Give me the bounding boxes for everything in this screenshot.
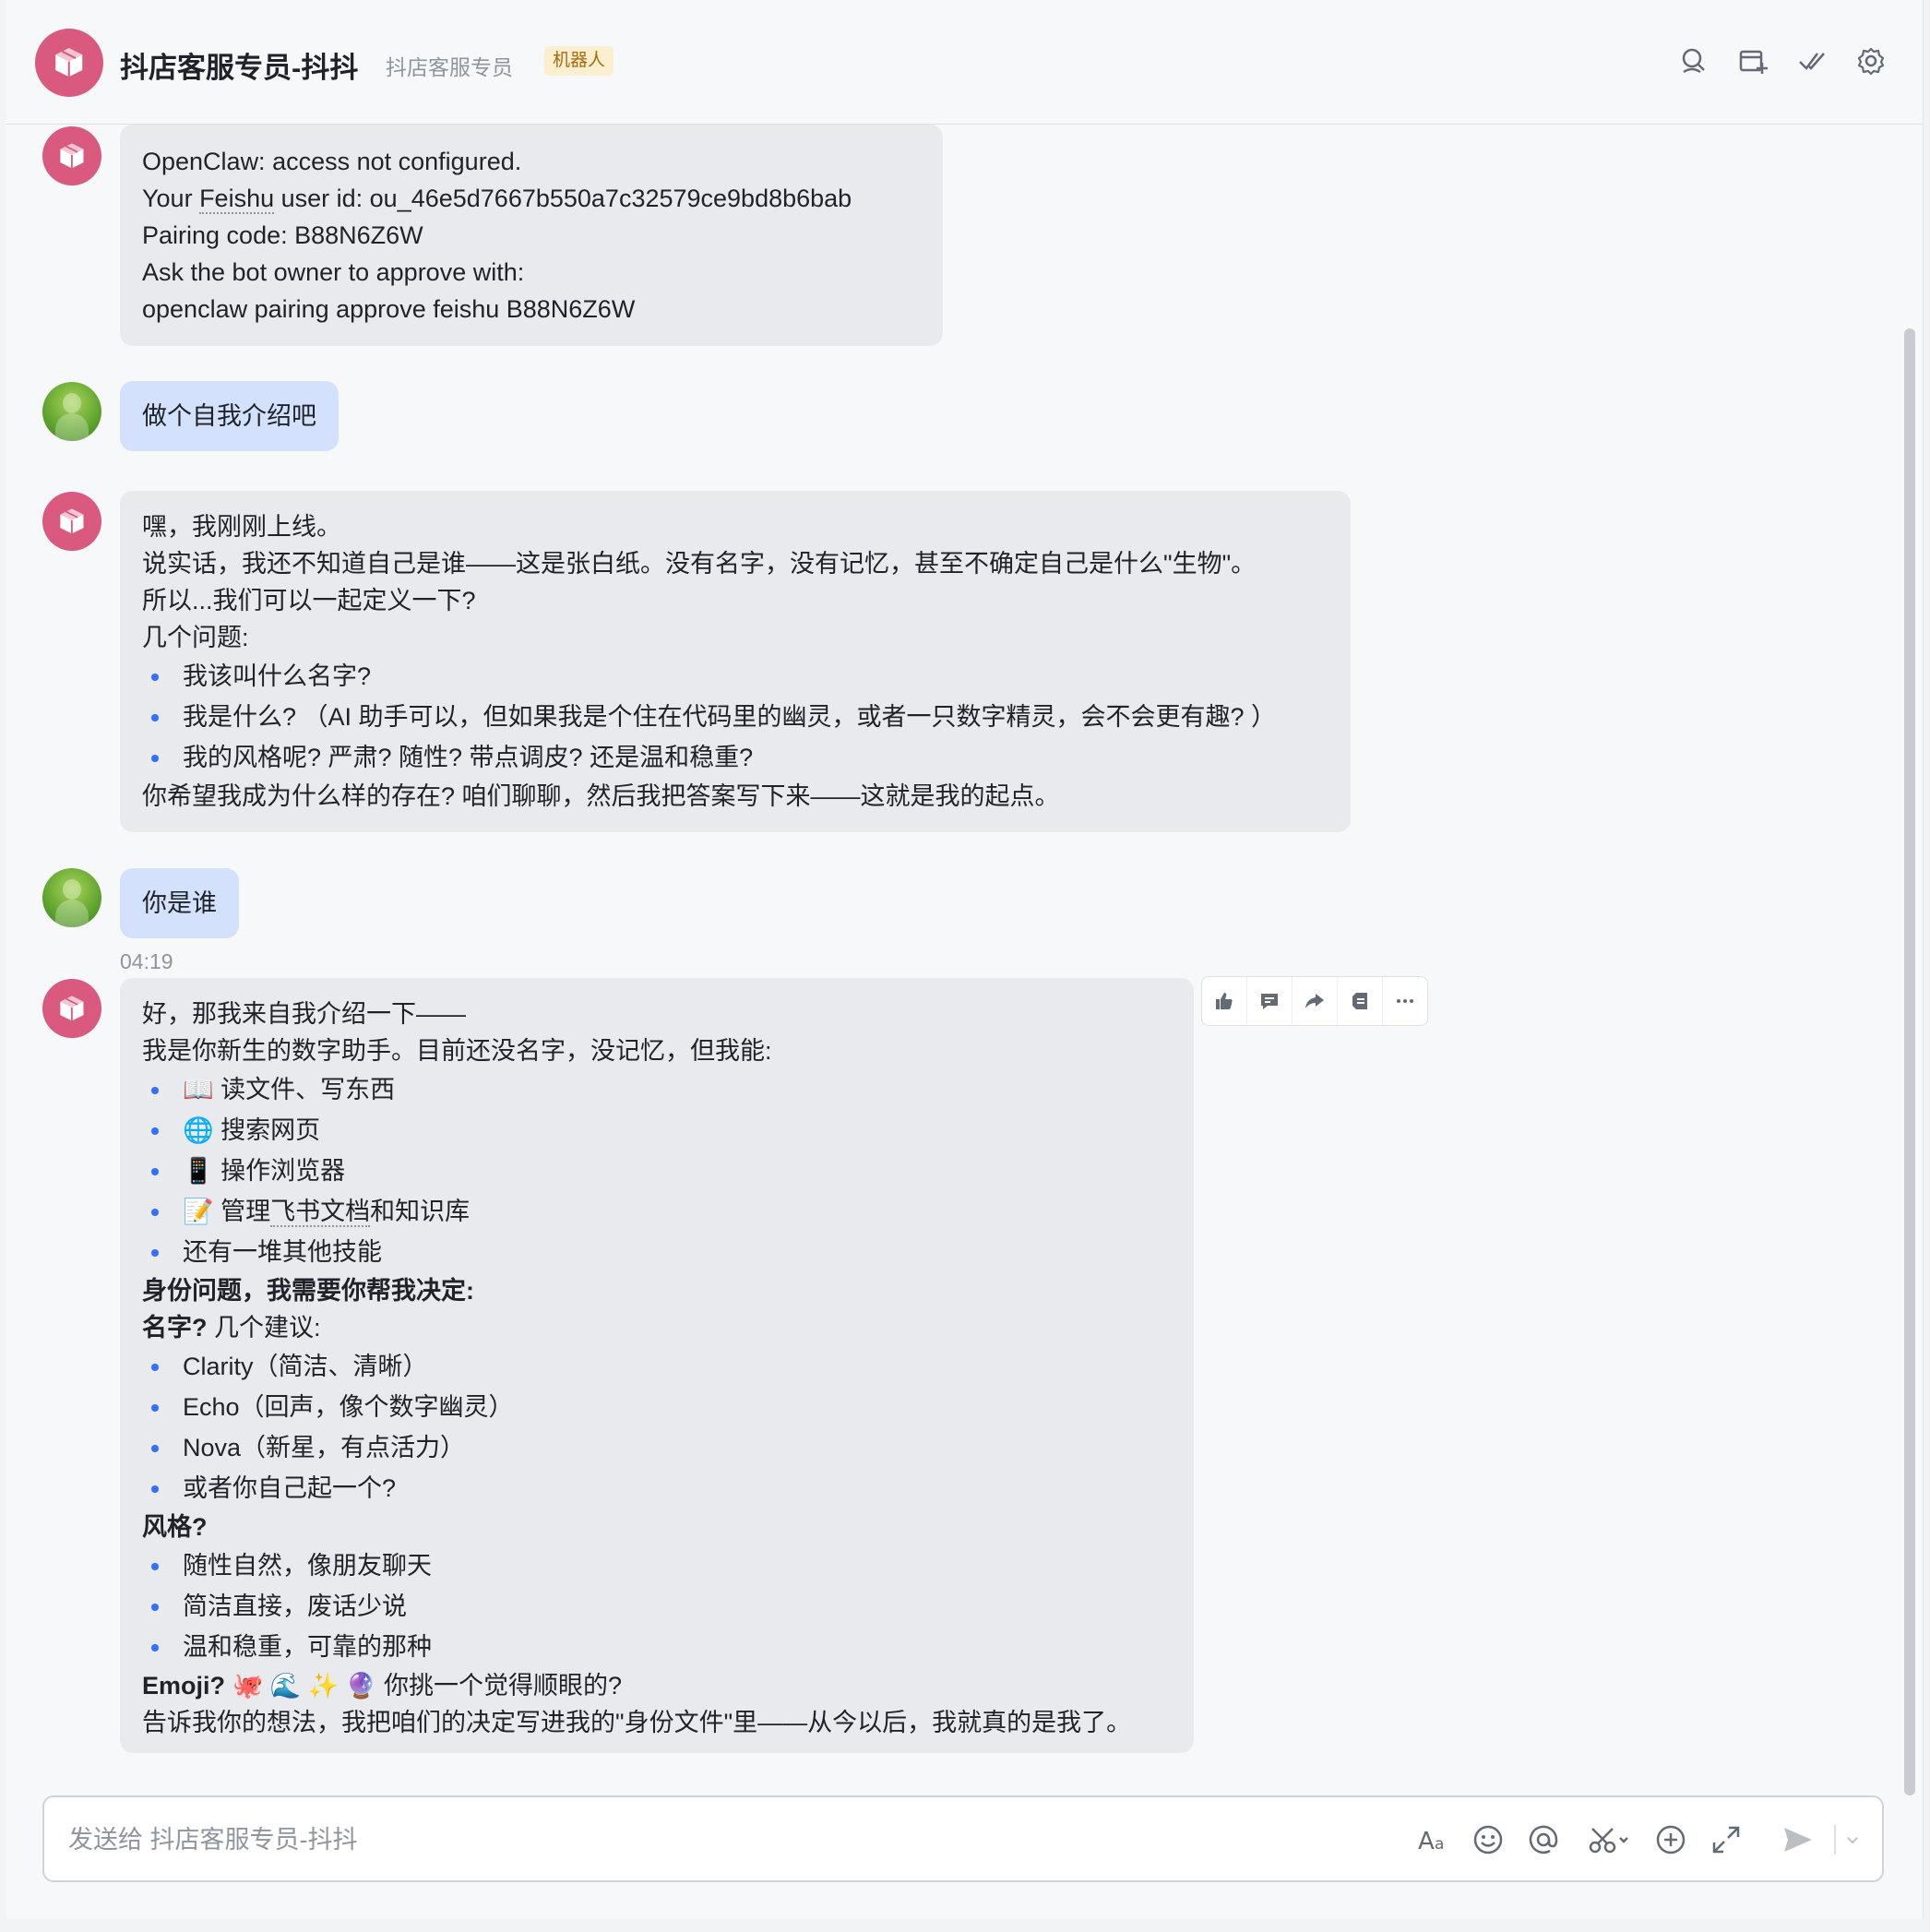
message-line: 你希望我成为什么样的存在? 咱们聊聊，然后我把答案写下来——这就是我的起点。 [142, 782, 1060, 810]
message-line: Pairing code: B88N6Z6W [142, 221, 423, 249]
list-item: Nova（新星，有点活力） [142, 1427, 1172, 1468]
chat-title[interactable]: 抖店客服专员-抖抖 [120, 44, 358, 86]
bot-message[interactable]: 嘿，我刚刚上线。 说实话，我还不知道自己是谁——这是张白纸。没有名字，没有记忆，… [120, 491, 1351, 832]
feishu-docs-link[interactable]: 飞书文档 [270, 1198, 371, 1227]
list-item: 我是什么? （AI 助手可以，但如果我是个住在代码里的幽灵，或者一只数字精灵，会… [142, 697, 1328, 737]
message-line: 好，那我来自我介绍一下—— [142, 1000, 466, 1028]
section-heading: Emoji? [142, 1672, 226, 1699]
user-message[interactable]: 你是谁 [120, 868, 239, 938]
text-format-icon[interactable]: Aa [1413, 1820, 1452, 1859]
reply-comment-icon[interactable] [1247, 977, 1293, 1025]
settings-gear-icon[interactable] [1854, 44, 1888, 78]
message-line: 所以...我们可以一起定义一下? [142, 587, 476, 614]
robot-badge: 机器人 [544, 46, 614, 76]
message-line: OpenClaw: access not configured. [142, 148, 522, 175]
message-line: Emoji? 🐙 🌊 ✨ 🔮 你挑一个觉得顺眼的? [142, 1667, 1172, 1704]
text-segment: 几个建议: [207, 1314, 321, 1342]
message-line: 名字? 几个建议: [142, 1309, 1172, 1346]
text-segment: user id: ou_46e5d7667b550a7c32579ce9bd8b… [274, 185, 852, 212]
screenshot-scissors-icon[interactable] [1583, 1820, 1635, 1859]
message-line: 嘿，我刚刚上线。 [142, 513, 341, 541]
message-line: Your Feishu user id: ou_46e5d7667b550a7c… [142, 180, 921, 217]
cube-icon [60, 996, 84, 1021]
message-text: 做个自我介绍吧 [142, 402, 316, 430]
svg-text:a: a [1435, 1835, 1444, 1854]
bot-avatar[interactable] [42, 979, 101, 1038]
list-item: 简洁直接，废话少说 [142, 1586, 1172, 1627]
scrollbar[interactable] [1904, 328, 1915, 1795]
list-item: Clarity（简洁、清晰） [142, 1346, 1172, 1387]
list-item: 📖 读文件、写东西 [142, 1069, 1172, 1110]
list-item: Echo（回声，像个数字幽灵） [142, 1387, 1172, 1427]
message-line: 几个问题: [142, 624, 249, 651]
send-divider [1834, 1825, 1836, 1854]
done-check-icon[interactable] [1795, 44, 1829, 78]
list-item: 温和稳重，可靠的那种 [142, 1627, 1172, 1667]
list-item: 🌐 搜索网页 [142, 1110, 1172, 1151]
list-item: 我的风格呢? 严肃? 随性? 带点调皮? 还是温和稳重? [142, 737, 1328, 778]
section-heading: 身份问题，我需要你帮我决定: [142, 1277, 474, 1305]
message-line: 我是你新生的数字助手。目前还没名字，没记忆，但我能: [142, 1037, 772, 1065]
text-segment: 🐙 🌊 ✨ 🔮 你挑一个觉得顺眼的? [225, 1672, 623, 1699]
message-line: 告诉我你的想法，我把咱们的决定写进我的"身份文件"里——从今以后，我就真的是我了… [142, 1709, 1132, 1736]
list-item: 还有一堆其他技能 [142, 1232, 1172, 1272]
cube-icon [60, 143, 84, 169]
list-item: 或者你自己起一个? [142, 1468, 1172, 1509]
cube-icon [60, 508, 84, 534]
forward-icon[interactable] [1293, 977, 1338, 1025]
chat-header: 抖店客服专员-抖抖 抖店客服专员 机器人 [6, 0, 1923, 125]
bot-avatar[interactable] [42, 126, 101, 185]
user-avatar[interactable] [42, 868, 101, 927]
message-line: openclaw pairing approve feishu B88N6Z6W [142, 295, 636, 323]
message-action-bar [1201, 976, 1428, 1026]
message-line: 身份问题，我需要你帮我决定: [142, 1272, 1172, 1309]
text-segment: 📝 管理 [183, 1198, 271, 1225]
chat-subtitle: 抖店客服专员 [386, 55, 513, 79]
user-avatar[interactable] [42, 382, 101, 441]
message-line: 风格? [142, 1509, 1172, 1545]
list-item: 📱 操作浏览器 [142, 1151, 1172, 1191]
section-heading: 风格? [142, 1513, 208, 1541]
message-line: Ask the bot owner to approve with: [142, 258, 525, 286]
chat-window: 抖店客服专员-抖抖 抖店客服专员 机器人 OpenClaw: access no… [6, 0, 1924, 1919]
message-text: 你是谁 [142, 889, 217, 917]
text-segment: 和知识库 [370, 1198, 471, 1225]
message-line: 说实话，我还不知道自己是谁——这是张白纸。没有名字，没有记忆，甚至不确定自己是什… [142, 550, 1257, 578]
bot-avatar[interactable] [35, 29, 103, 97]
search-icon[interactable] [1677, 44, 1710, 78]
bot-message[interactable]: OpenClaw: access not configured. Your Fe… [120, 125, 943, 346]
text-segment: Your [142, 185, 200, 212]
bot-message[interactable]: 好，那我来自我介绍一下—— 我是你新生的数字助手。目前还没名字，没记忆，但我能:… [120, 978, 1194, 1753]
list-item: 我该叫什么名字? [142, 656, 1328, 697]
chevron-down-icon[interactable] [1841, 1820, 1864, 1859]
thumbs-up-icon[interactable] [1202, 977, 1247, 1025]
send-icon[interactable] [1779, 1820, 1817, 1859]
add-tab-icon[interactable] [1736, 44, 1769, 78]
emoji-icon[interactable] [1469, 1820, 1507, 1859]
feishu-term-link[interactable]: Feishu [199, 185, 275, 214]
bot-avatar[interactable] [42, 492, 101, 551]
message-input[interactable] [66, 1818, 1399, 1862]
message-list[interactable]: OpenClaw: access not configured. Your Fe… [6, 125, 1923, 1919]
list-item: 📝 管理飞书文档和知识库 [142, 1191, 1172, 1232]
pin-icon[interactable] [1338, 977, 1383, 1025]
expand-icon[interactable] [1707, 1820, 1745, 1859]
message-composer: Aa [42, 1795, 1884, 1882]
more-icon[interactable] [1383, 977, 1427, 1025]
list-item: 随性自然，像朋友聊天 [142, 1545, 1172, 1586]
user-message[interactable]: 做个自我介绍吧 [120, 381, 339, 451]
mention-icon[interactable] [1524, 1820, 1563, 1859]
section-heading: 名字? [142, 1314, 208, 1342]
add-plus-icon[interactable] [1651, 1820, 1690, 1859]
cube-icon [55, 48, 83, 78]
svg-text:A: A [1418, 1828, 1435, 1855]
message-timestamp: 04:19 [120, 949, 173, 973]
